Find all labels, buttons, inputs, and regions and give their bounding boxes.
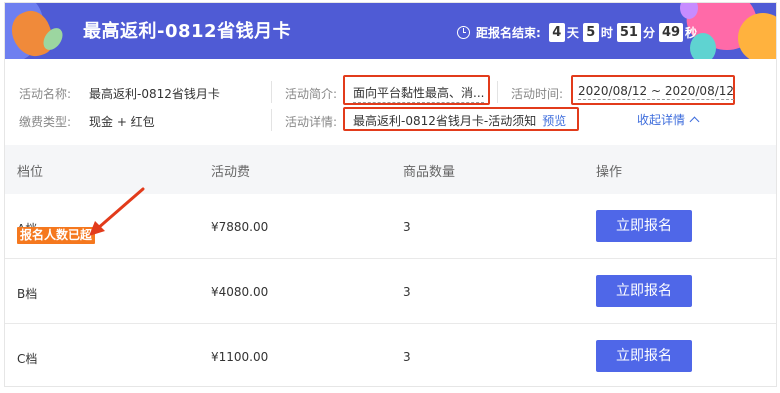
countdown-seconds-unit: 秒 (685, 25, 698, 40)
fee-type-value: 现金 + 红包 (89, 115, 155, 129)
activity-detail-label: 活动详情: (285, 115, 338, 129)
tier-quantity: 3 (403, 220, 411, 234)
activity-name-value: 最高返利-0812省钱月卡 (89, 87, 220, 101)
tier-name: C档 (17, 352, 38, 366)
tier-name: B档 (17, 287, 38, 301)
activity-intro-label: 活动简介: (285, 87, 338, 101)
countdown-days-unit: 天 (566, 25, 579, 40)
tier-fee: ¥7880.00 (211, 220, 269, 234)
clock-icon (457, 25, 470, 39)
column-header-action: 操作 (596, 165, 623, 180)
tier-quantity: 3 (403, 350, 411, 364)
activity-detail-text: 最高返利-0812省钱月卡-活动须知 (353, 114, 537, 128)
collapse-details-label: 收起详情 (637, 113, 686, 127)
signup-button[interactable]: 立即报名 (596, 275, 692, 307)
activity-time-value: 2020/08/12 ~ 2020/08/12 (578, 84, 735, 100)
info-divider (271, 109, 272, 131)
activity-title: 最高返利-0812省钱月卡 (83, 21, 292, 42)
collapse-details-link[interactable]: 收起详情 (637, 111, 700, 128)
countdown-hours-unit: 时 (600, 25, 613, 40)
banner-decoration (738, 13, 776, 59)
info-divider (497, 81, 498, 103)
table-row: C档 ¥1100.00 3 立即报名 (5, 324, 776, 386)
column-header-fee: 活动费 (211, 165, 251, 180)
activity-time-label: 活动时间: (511, 87, 564, 101)
signup-countdown: 距报名结束: 4 天 5 时 51 分 49 秒 (457, 21, 699, 43)
fee-type-label: 缴费类型: (19, 115, 72, 129)
countdown-label: 距报名结束: (476, 25, 541, 40)
countdown-seconds: 49 (658, 22, 684, 42)
countdown-minutes-unit: 分 (642, 25, 655, 40)
activity-info: 活动名称: 最高返利-0812省钱月卡 缴费类型: 现金 + 红包 活动简介: … (5, 59, 776, 145)
preview-link[interactable]: 预览 (542, 114, 566, 128)
countdown-hours: 5 (582, 22, 599, 42)
activity-card: 最高返利-0812省钱月卡 距报名结束: 4 天 5 时 51 分 49 秒 活… (4, 2, 777, 387)
table-row: B档 ¥4080.00 3 立即报名 (5, 259, 776, 324)
signup-button[interactable]: 立即报名 (596, 210, 692, 242)
activity-banner: 最高返利-0812省钱月卡 距报名结束: 4 天 5 时 51 分 49 秒 (5, 3, 776, 59)
annotation-arrow-icon (89, 187, 145, 236)
signup-button[interactable]: 立即报名 (596, 340, 692, 372)
quota-exceeded-badge: 报名人数已超 (17, 227, 96, 244)
tier-fee: ¥4080.00 (211, 285, 269, 299)
tier-fee: ¥1100.00 (211, 350, 269, 364)
activity-name-label: 活动名称: (19, 87, 72, 101)
activity-intro-value[interactable]: 面向平台黏性最高、消... (353, 84, 485, 103)
tier-quantity: 3 (403, 285, 411, 299)
info-divider (271, 81, 272, 103)
countdown-days: 4 (548, 22, 565, 42)
countdown-minutes: 51 (616, 22, 641, 42)
column-header-tier: 档位 (17, 165, 44, 180)
activity-detail-value: 最高返利-0812省钱月卡-活动须知 预览 (353, 112, 566, 129)
chevron-up-icon (689, 116, 700, 127)
column-header-quantity: 商品数量 (403, 165, 456, 180)
